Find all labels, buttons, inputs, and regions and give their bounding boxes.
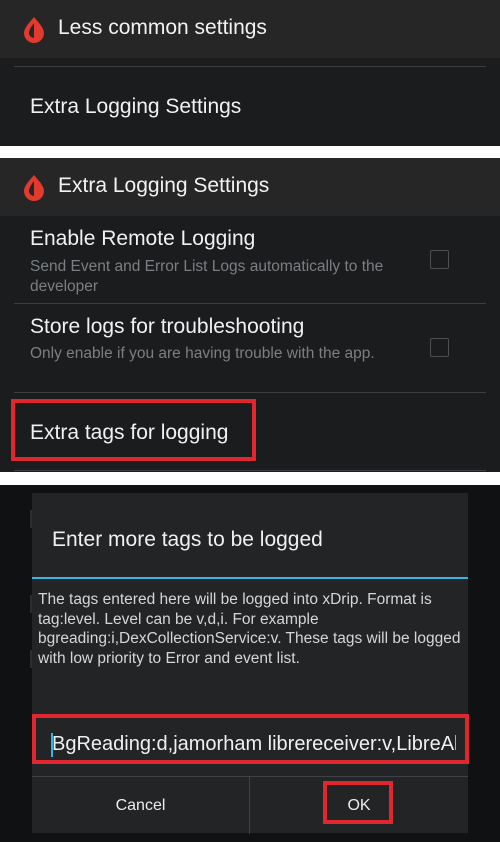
settings-screen-less-common: Less common settings Extra Logging Setti… bbox=[0, 0, 500, 146]
tags-dialog: Enter more tags to be logged The tags en… bbox=[32, 493, 468, 834]
app-bar: Extra Logging Settings bbox=[0, 158, 500, 216]
settings-screen-extra-logging: Extra Logging Settings Enable Remote Log… bbox=[0, 158, 500, 472]
dialog-title-rule bbox=[32, 577, 468, 579]
remote-logging-checkbox[interactable] bbox=[430, 250, 449, 269]
dialog-title: Enter more tags to be logged bbox=[52, 528, 323, 551]
highlight-box bbox=[323, 781, 393, 824]
app-bar-title: Extra Logging Settings bbox=[58, 174, 270, 197]
blood-drop-icon bbox=[24, 175, 44, 201]
app-bar-title: Less common settings bbox=[58, 16, 267, 39]
divider bbox=[14, 470, 486, 471]
pref-store-logs[interactable]: Store logs for troubleshooting Only enab… bbox=[0, 304, 500, 392]
pref-title: Enable Remote Logging bbox=[30, 227, 256, 250]
pref-title: Extra Logging Settings bbox=[30, 95, 242, 118]
dialog-message: The tags entered here will be logged int… bbox=[38, 591, 461, 667]
pref-extra-logging-settings[interactable]: Extra Logging Settings bbox=[0, 67, 500, 146]
blood-drop-icon bbox=[24, 17, 44, 43]
dialog-button-row: Cancel OK bbox=[32, 776, 468, 834]
pref-summary: Only enable if you are having trouble wi… bbox=[30, 345, 375, 362]
store-logs-checkbox[interactable] bbox=[430, 338, 449, 357]
highlight-box bbox=[32, 714, 469, 764]
pref-enable-remote-logging[interactable]: Enable Remote Logging Send Event and Err… bbox=[0, 216, 500, 302]
pref-title: Store logs for troubleshooting bbox=[30, 315, 305, 338]
dialog-screen: Enter more tags to be logged The tags en… bbox=[0, 485, 500, 842]
pref-summary: Send Event and Error List Logs automatic… bbox=[30, 258, 384, 295]
highlight-box bbox=[11, 399, 256, 461]
app-bar: Less common settings bbox=[0, 0, 500, 58]
cancel-button[interactable]: Cancel bbox=[32, 777, 249, 834]
